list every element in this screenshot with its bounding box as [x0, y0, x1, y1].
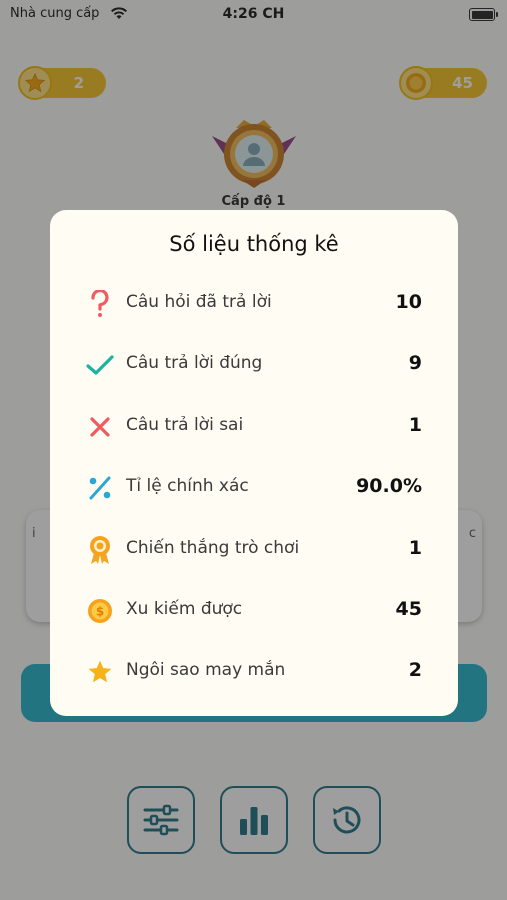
- stat-value: 1: [408, 413, 422, 436]
- stat-value: 1: [408, 536, 422, 559]
- question-icon: [86, 290, 114, 318]
- stat-row-games-won: Chiến thắng trò chơi 1: [50, 524, 458, 585]
- checkmark-icon: [86, 351, 114, 379]
- stat-label: Ngôi sao may mắn: [126, 660, 286, 681]
- medal-icon: [86, 535, 114, 564]
- stat-value: 90.0%: [356, 475, 422, 498]
- stats-list: Câu hỏi đã trả lời 10 Câu trả lời đúng 9…: [50, 278, 458, 708]
- cross-icon: [86, 413, 114, 441]
- app-screen: Nhà cung cấp 4:26 CH 2 45 Cấp độ 1 i c S…: [0, 0, 507, 900]
- percent-icon: [86, 474, 114, 502]
- modal-title: Số liệu thống kê: [169, 232, 339, 256]
- stat-value: 45: [395, 597, 422, 620]
- stat-row-lucky-stars: Ngôi sao may mắn 2: [50, 646, 458, 707]
- stat-label: Tỉ lệ chính xác: [126, 476, 249, 497]
- stat-row-questions-answered: Câu hỏi đã trả lời 10: [50, 278, 458, 339]
- stat-value: 2: [408, 659, 422, 682]
- stat-row-accuracy: Tỉ lệ chính xác 90.0%: [50, 462, 458, 523]
- stat-label: Câu trả lời sai: [126, 414, 244, 435]
- stat-row-correct-answers: Câu trả lời đúng 9: [50, 339, 458, 400]
- stat-value: 10: [395, 291, 422, 313]
- stat-label: Xu kiếm được: [126, 598, 243, 619]
- stats-modal: Số liệu thống kê Câu hỏi đã trả lời 10 C…: [50, 210, 458, 716]
- coin-icon: $: [86, 597, 114, 625]
- stat-row-coins-earned: $ Xu kiếm được 45: [50, 585, 458, 646]
- stat-label: Chiến thắng trò chơi: [126, 537, 300, 558]
- stat-label: Câu hỏi đã trả lời: [126, 292, 272, 312]
- star-icon: [86, 658, 114, 686]
- stat-row-wrong-answers: Câu trả lời sai 1: [50, 401, 458, 462]
- stat-value: 9: [408, 352, 422, 375]
- svg-text:$: $: [96, 604, 104, 618]
- stat-label: Câu trả lời đúng: [126, 353, 263, 374]
